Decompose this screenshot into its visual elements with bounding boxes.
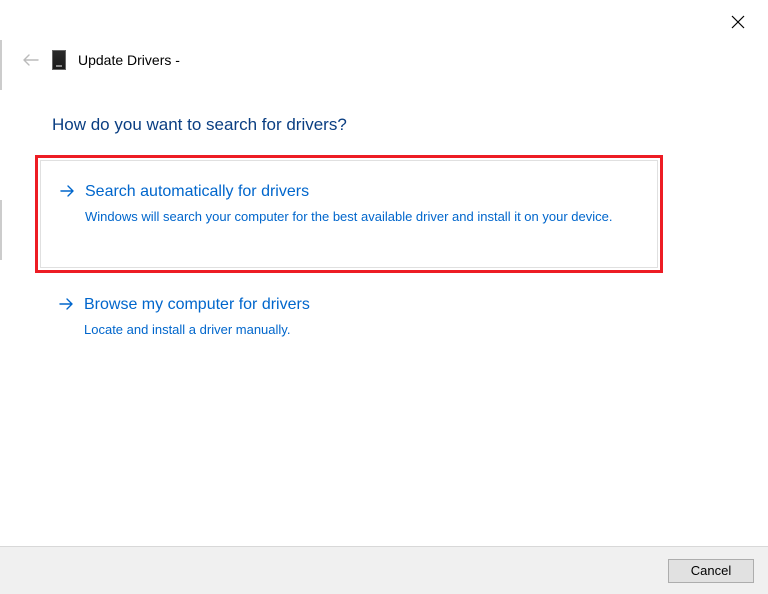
option-content: Search automatically for drivers Windows…: [85, 183, 639, 227]
dialog-header: Update Drivers -: [22, 50, 180, 70]
arrow-right-icon: [59, 185, 75, 197]
cancel-button[interactable]: Cancel: [668, 559, 754, 583]
option-description: Locate and install a driver manually.: [84, 320, 640, 340]
option-description: Windows will search your computer for th…: [85, 207, 639, 227]
option-search-automatically[interactable]: Search automatically for drivers Windows…: [40, 160, 658, 268]
page-heading: How do you want to search for drivers?: [52, 115, 347, 135]
options-container: Search automatically for drivers Windows…: [40, 160, 658, 359]
close-icon: [731, 15, 745, 29]
option-title: Browse my computer for drivers: [84, 296, 640, 314]
arrow-right-icon: [58, 298, 74, 310]
option-title: Search automatically for drivers: [85, 183, 639, 201]
device-icon: [52, 50, 66, 70]
arrow-left-icon: [23, 54, 39, 66]
window-left-edge: [0, 0, 2, 546]
dialog-title: Update Drivers -: [78, 52, 180, 68]
close-button[interactable]: [728, 12, 748, 32]
option-content: Browse my computer for drivers Locate an…: [84, 296, 640, 340]
dialog-footer: Cancel: [0, 546, 768, 594]
option-browse-computer[interactable]: Browse my computer for drivers Locate an…: [40, 290, 658, 360]
back-button[interactable]: [22, 54, 40, 66]
